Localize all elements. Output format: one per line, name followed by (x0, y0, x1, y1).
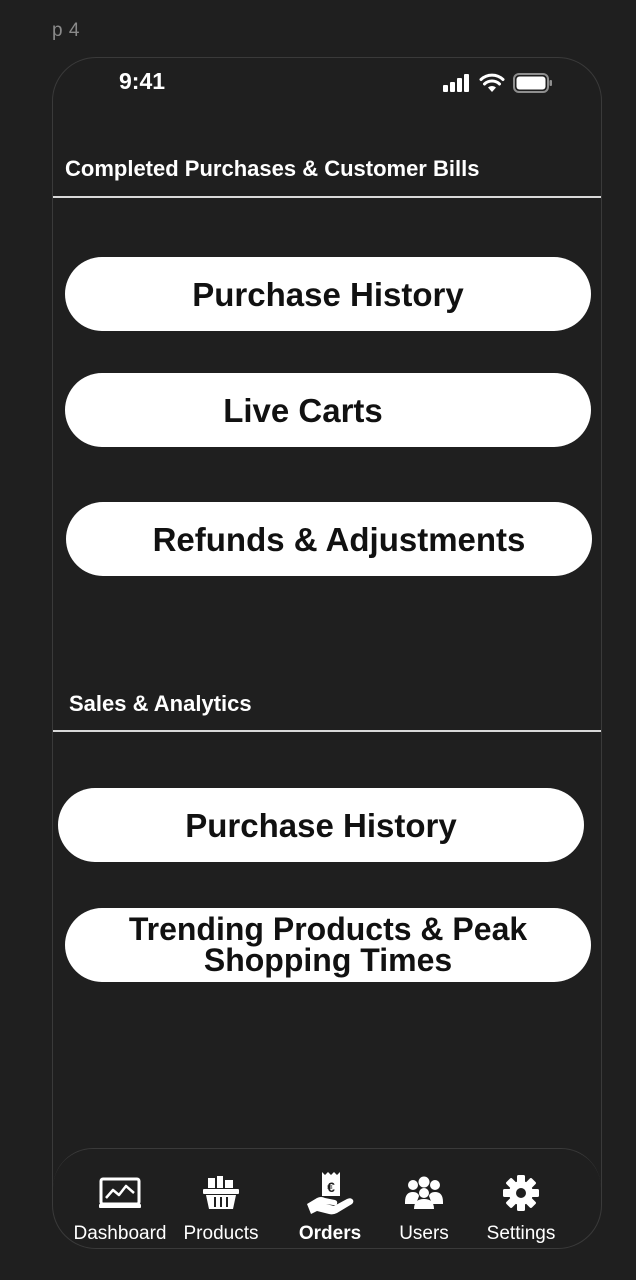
section-title-completed-purchases: Completed Purchases & Customer Bills (65, 156, 480, 181)
sales-purchase-history-button[interactable]: Purchase History (58, 788, 584, 862)
refunds-adjustments-button[interactable]: Refunds & Adjustments (66, 502, 592, 576)
section-divider (53, 730, 601, 732)
trending-products-label-line1: Trending Products & Peak (128, 911, 528, 947)
tab-dashboard-label: Dashboard (73, 1223, 167, 1244)
tab-orders-label: Orders (298, 1223, 362, 1244)
basket-icon (203, 1169, 239, 1217)
trending-products-button[interactable]: Trending Products & Peak Shopping Times (65, 908, 591, 982)
live-carts-button[interactable]: Live Carts (65, 373, 591, 447)
bottom-tab-bar: Dashboard Products € Orders Users Settin… (53, 1148, 601, 1248)
trending-products-label-line2: Shopping Times (203, 942, 453, 978)
frame-label: p 4 (52, 20, 80, 41)
users-group-icon (404, 1169, 444, 1217)
status-time: 9:41 (119, 68, 166, 94)
tab-settings-label: Settings (486, 1223, 556, 1244)
tab-settings[interactable]: Settings (466, 1169, 576, 1245)
chart-monitor-icon (99, 1169, 141, 1217)
cellular-signal-icon (443, 74, 471, 97)
hand-euro-icon: € (305, 1169, 355, 1217)
tab-products[interactable]: Products (166, 1169, 276, 1245)
sales-purchase-history-label: Purchase History (185, 806, 457, 844)
gear-icon (502, 1169, 540, 1217)
tab-users-label: Users (399, 1223, 449, 1244)
live-carts-label: Live Carts (223, 391, 383, 429)
trending-products-label: Trending Products & Peak Shopping Times (128, 911, 528, 978)
purchase-history-button[interactable]: Purchase History (65, 257, 591, 331)
phone-frame: 9:41 Completed Purchases & Customer Bill… (52, 57, 602, 1249)
status-icons (443, 73, 553, 98)
section-divider (53, 196, 601, 198)
section-title-sales-analytics: Sales & Analytics (69, 691, 252, 716)
tab-users[interactable]: Users (369, 1169, 479, 1245)
refunds-adjustments-label: Refunds & Adjustments (152, 520, 526, 558)
battery-icon (513, 73, 553, 98)
purchase-history-label: Purchase History (192, 275, 464, 313)
wifi-icon (479, 73, 505, 98)
svg-text:€: € (327, 1179, 335, 1195)
tab-products-label: Products (183, 1223, 259, 1244)
tab-dashboard[interactable]: Dashboard (65, 1169, 175, 1245)
